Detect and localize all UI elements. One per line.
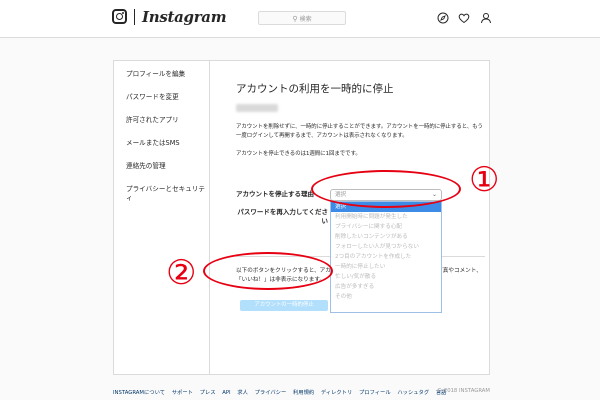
footer-link[interactable]: プレス [200,390,216,396]
settings-main: アカウントの利用を一時的に停止 アカウントを削除せずに、一時的に停止することがで… [210,61,489,374]
footer-link[interactable]: サポート [172,390,193,396]
annotation-number-1: ① [469,160,500,200]
annotation-ellipse-2 [203,252,333,290]
sidebar-item-authorized-apps[interactable]: 許可されたアプリ [126,116,210,125]
reason-dropdown-list: 選択 利用開始時に問題が発生した プライバシーに関する心配 削除したいコンテンツ… [330,201,442,313]
instagram-camera-icon[interactable] [112,9,127,24]
copyright-text: © 2018 INSTAGRAM [436,388,490,394]
sidebar-item-change-password[interactable]: パスワードを変更 [126,93,210,102]
footer-link[interactable]: プロフィール [359,390,391,396]
dropdown-option[interactable]: その他 [331,292,441,302]
footer-link[interactable]: ハッシュタグ [397,390,429,396]
sidebar-item-email-sms[interactable]: メールまたはSMS [126,139,210,148]
annotation-ellipse-1 [311,170,461,208]
heart-icon[interactable] [458,12,470,24]
description-text: アカウントを削除せずに、一時的に停止することができます。アカウントを一時的に停止… [236,124,483,139]
password-label: パスワードを再入力してください [237,208,328,225]
search-input[interactable]: ⚲ 検索 [258,11,346,25]
dropdown-option[interactable]: 広告が多すぎる [331,282,441,292]
settings-sidebar: プロフィールを編集 パスワードを変更 許可されたアプリ メールまたはSMS 連絡… [114,61,210,374]
sidebar-item-edit-profile[interactable]: プロフィールを編集 [126,70,210,79]
dropdown-option[interactable]: 削除したいコンテンツがある [331,232,441,242]
dropdown-option[interactable]: 2つ目のアカウントを作成した [331,252,441,262]
person-icon[interactable] [480,12,492,24]
instagram-wordmark[interactable]: Instagram [142,8,227,26]
blurred-username [236,104,278,112]
logo-divider [134,9,135,25]
footer-link[interactable]: ディレクトリ [321,390,352,396]
temporarily-disable-button[interactable]: アカウントの一時的停止 [240,300,328,311]
sidebar-item-privacy-security[interactable]: プライバシーとセキュリティ [126,185,210,203]
dropdown-option[interactable]: フォローしたい人が見つからない [331,242,441,252]
dropdown-option[interactable]: 忙しい/気が散る [331,272,441,282]
footer-links: INSTAGRAMについて サポート プレス API 求人 プライバシー 利用規… [113,388,451,396]
weekly-limit-note: アカウントを停止できるのは1週間に1回までです。 [236,151,361,157]
search-placeholder: 検索 [299,16,312,23]
footer-link[interactable]: INSTAGRAMについて [113,390,165,396]
page-title: アカウントの利用を一時的に停止 [236,83,394,95]
footer: INSTAGRAMについて サポート プレス API 求人 プライバシー 利用規… [0,385,600,400]
top-navigation-bar: Instagram ⚲ 検索 [0,0,600,38]
magnifier-icon: ⚲ [292,15,298,23]
dropdown-option[interactable]: 利用開始時に問題が発生した [331,212,441,222]
sidebar-item-manage-contacts[interactable]: 連絡先の管理 [126,162,210,171]
footer-link[interactable]: 求人 [237,390,248,396]
compass-icon[interactable] [437,12,449,24]
footer-link[interactable]: API [222,390,230,396]
dropdown-option[interactable]: プライバシーに関する心配 [331,222,441,232]
footer-link[interactable]: 利用規約 [293,390,314,396]
dropdown-option[interactable]: 一時的に停止したい [331,262,441,272]
annotation-number-2: ② [166,253,197,293]
settings-card: プロフィールを編集 パスワードを変更 許可されたアプリ メールまたはSMS 連絡… [113,60,490,375]
footer-link[interactable]: プライバシー [255,390,287,396]
